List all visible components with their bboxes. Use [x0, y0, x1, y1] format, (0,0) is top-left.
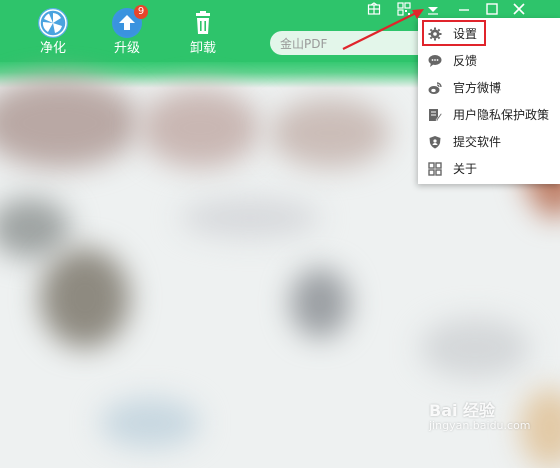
baidu-jingyan-watermark: Bai 经验 jingyan.baidu.com — [427, 393, 557, 437]
annotation-arrow — [342, 9, 424, 50]
watermark-url: jingyan.baidu.com — [429, 419, 531, 432]
watermark-brand: Bai 经验 — [429, 401, 496, 420]
